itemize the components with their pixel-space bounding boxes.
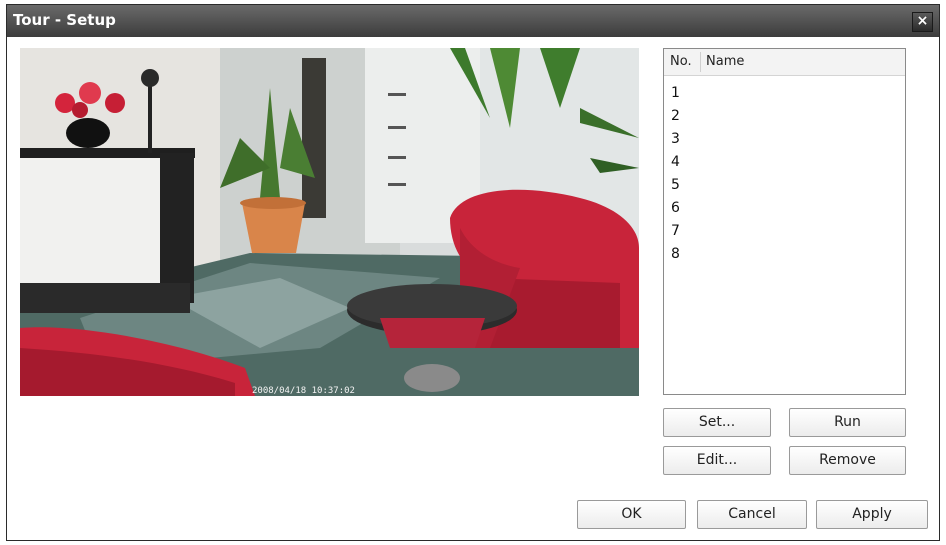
ok-button[interactable]: OK <box>577 500 686 529</box>
row-number: 7 <box>671 223 680 239</box>
edit-button[interactable]: Edit... <box>663 446 771 475</box>
list-item[interactable]: 2 <box>671 108 680 131</box>
list-item[interactable]: 1 <box>671 85 680 108</box>
camera-preview-image <box>20 48 639 396</box>
camera-preview: 2008/04/18 10:37:02 <box>20 48 639 396</box>
remove-button[interactable]: Remove <box>789 446 906 475</box>
close-button[interactable]: × <box>912 12 933 32</box>
column-header-name[interactable]: Name <box>706 54 744 69</box>
row-number: 6 <box>671 200 680 216</box>
list-item[interactable]: 4 <box>671 154 680 177</box>
tour-list[interactable]: No. Name 1 2 3 4 5 6 7 8 <box>663 48 906 395</box>
row-number: 3 <box>671 131 680 147</box>
apply-button[interactable]: Apply <box>816 500 928 529</box>
run-button[interactable]: Run <box>789 408 906 437</box>
close-icon: × <box>916 13 929 29</box>
list-item[interactable]: 7 <box>671 223 680 246</box>
list-rows: 1 2 3 4 5 6 7 8 <box>671 85 680 269</box>
row-number: 2 <box>671 108 680 124</box>
list-header: No. Name <box>664 49 905 76</box>
title-bar[interactable]: Tour - Setup × <box>7 5 939 37</box>
cancel-button[interactable]: Cancel <box>697 500 807 529</box>
list-item[interactable]: 3 <box>671 131 680 154</box>
row-number: 5 <box>671 177 680 193</box>
row-number: 1 <box>671 85 680 101</box>
row-number: 4 <box>671 154 680 170</box>
set-button[interactable]: Set... <box>663 408 771 437</box>
timestamp-overlay: 2008/04/18 10:37:02 <box>252 386 355 396</box>
list-item[interactable]: 8 <box>671 246 680 269</box>
list-item[interactable]: 6 <box>671 200 680 223</box>
list-item[interactable]: 5 <box>671 177 680 200</box>
column-header-no[interactable]: No. <box>670 54 692 69</box>
row-number: 8 <box>671 246 680 262</box>
column-divider[interactable] <box>700 52 701 72</box>
dialog-title: Tour - Setup <box>13 11 116 29</box>
